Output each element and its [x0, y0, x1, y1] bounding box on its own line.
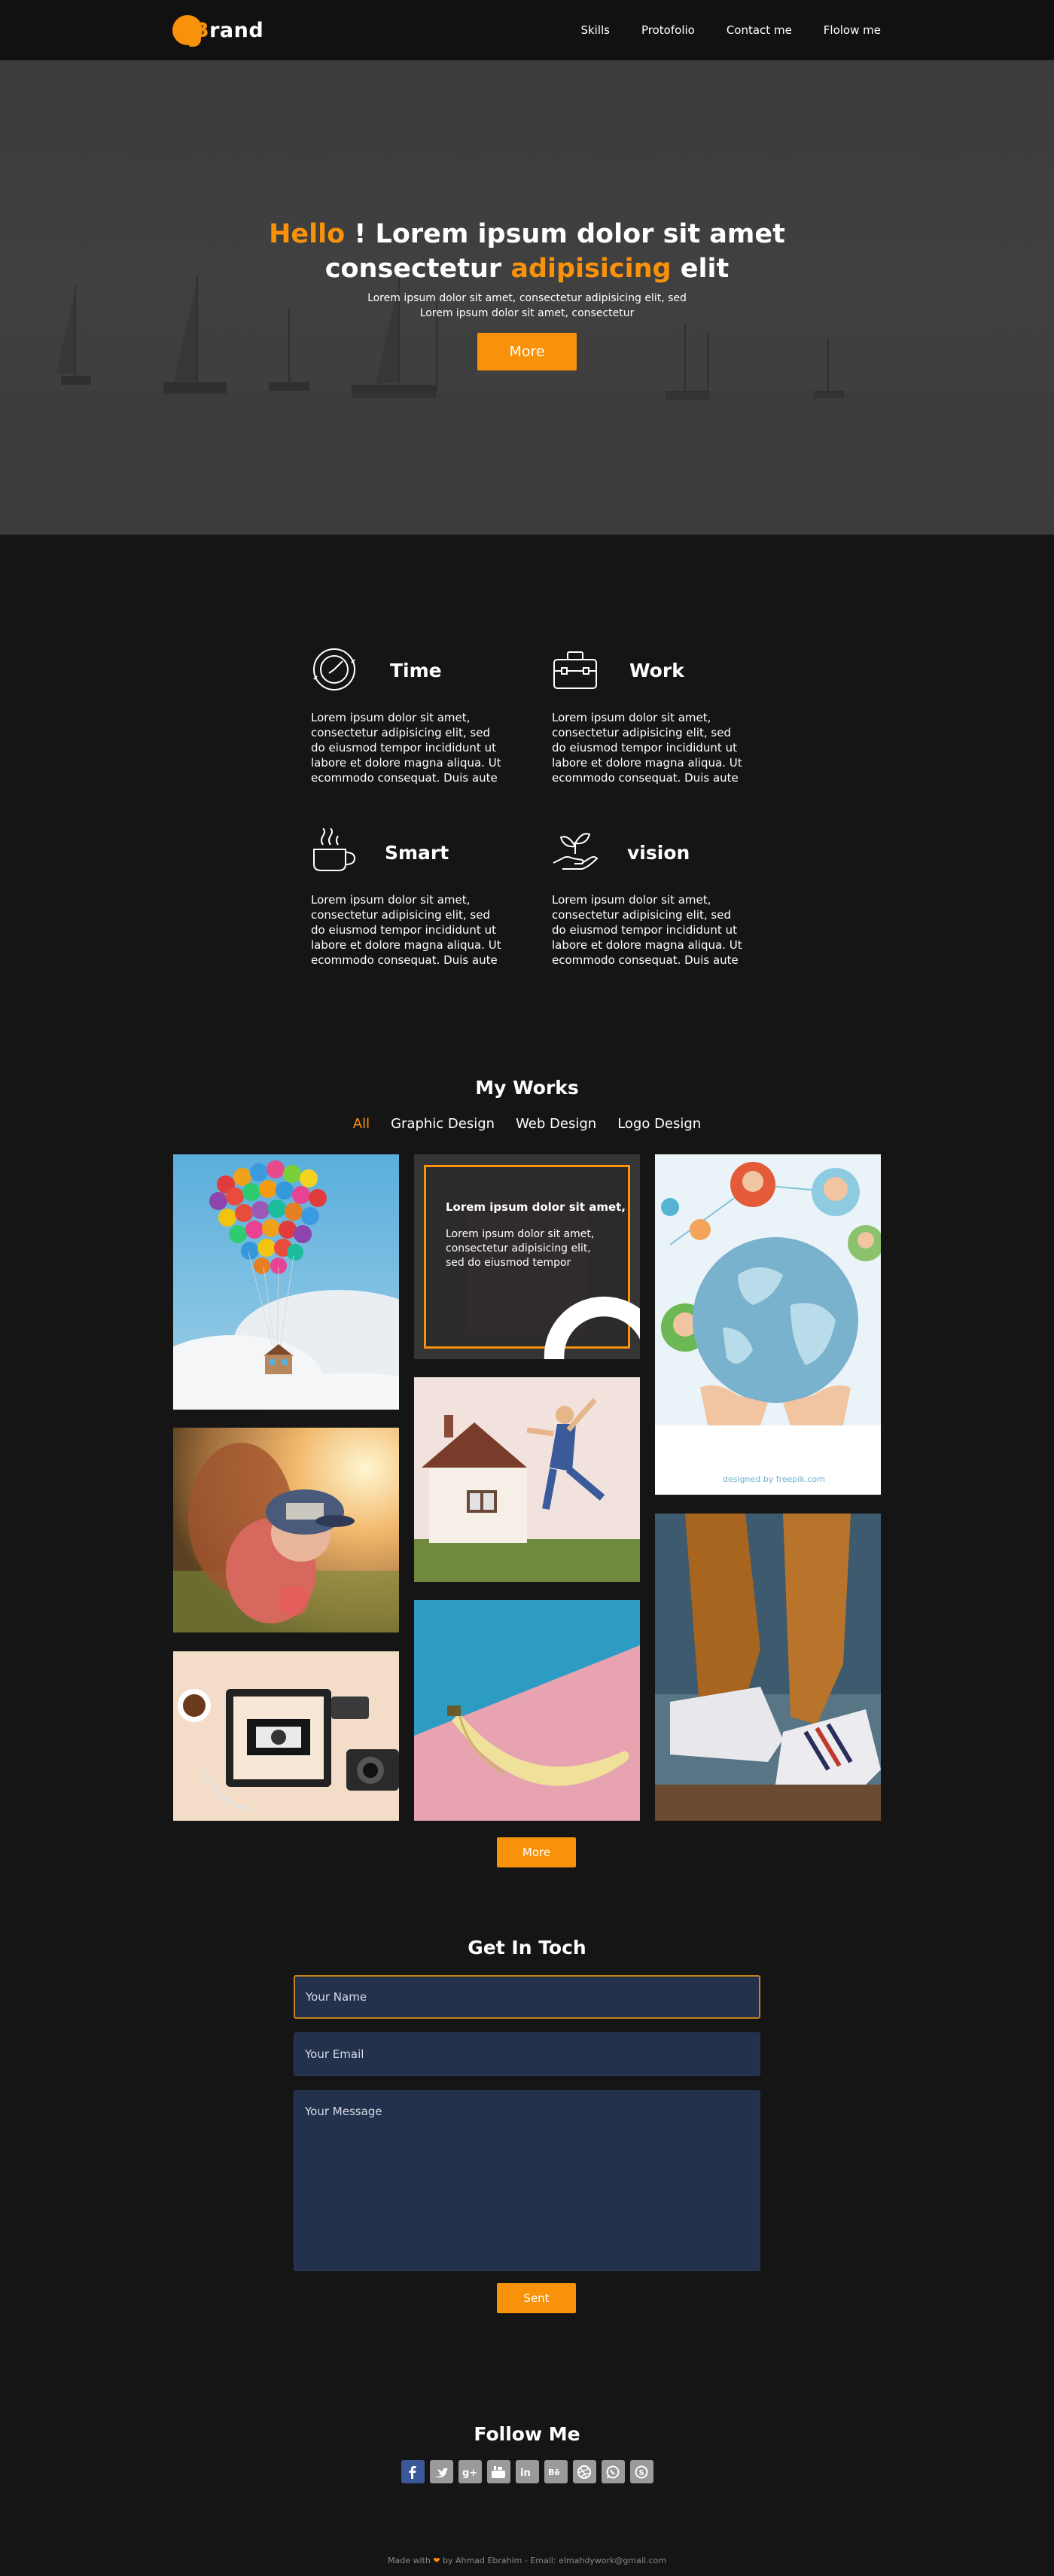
service-vision: vision Lorem ipsum dolor sit amet, conse…	[552, 828, 748, 967]
facebook-icon[interactable]	[401, 2460, 425, 2483]
works-filter-bar: All Graphic Design Web Design Logo Desig…	[0, 1116, 1054, 1132]
message-field[interactable]	[294, 2090, 760, 2271]
filter-logo-design[interactable]: Logo Design	[617, 1116, 701, 1132]
hero-more-button[interactable]: More	[477, 333, 577, 370]
work-sneakers-image[interactable]	[655, 1514, 881, 1821]
heart-icon: ❤	[433, 2556, 440, 2565]
service-text: Lorem ipsum dolor sit amet, consectetur …	[311, 711, 501, 785]
name-field[interactable]	[294, 1975, 760, 2019]
nav-link-skills[interactable]: Skills	[580, 23, 610, 37]
overlay-title: Lorem ipsum dolor sit amet,	[446, 1200, 626, 1214]
service-title: Work	[629, 660, 684, 681]
work-hover-card[interactable]: Lorem ipsum dolor sit amet, Lorem ipsum …	[414, 1154, 640, 1359]
service-title: Time	[390, 660, 442, 681]
nav-link-follow[interactable]: Flolow me	[824, 23, 881, 37]
work-child-cap-image[interactable]	[173, 1428, 399, 1632]
work-balloons-image[interactable]	[173, 1154, 399, 1410]
svg-text:g+: g+	[462, 2468, 477, 2479]
whatsapp-icon[interactable]	[601, 2460, 625, 2483]
youtube-icon[interactable]	[486, 2460, 510, 2483]
service-smart: Smart Lorem ipsum dolor sit amet, consec…	[311, 828, 507, 967]
service-title: vision	[627, 842, 690, 864]
work-banana-image[interactable]	[414, 1600, 640, 1821]
service-time: Time Lorem ipsum dolor sit amet, consect…	[311, 646, 507, 785]
email-field[interactable]	[294, 2032, 760, 2076]
briefcase-icon	[553, 651, 597, 689]
google-plus-icon[interactable]: g+	[458, 2460, 482, 2483]
filter-web-design[interactable]: Web Design	[516, 1116, 596, 1132]
send-button[interactable]: Sent	[497, 2283, 576, 2313]
brand-name: Brand	[193, 18, 264, 42]
follow-title: Follow Me	[474, 2423, 580, 2445]
service-work: Work Lorem ipsum dolor sit amet, consect…	[552, 646, 748, 785]
work-desk-tablet-image[interactable]	[173, 1651, 399, 1821]
footer-credit: Made with ❤ by Ahmad Ebrahim - Email: el…	[388, 2556, 666, 2565]
hand-plant-icon	[553, 833, 599, 870]
filter-graphic-design[interactable]: Graphic Design	[391, 1116, 495, 1132]
dribbble-icon[interactable]	[572, 2460, 596, 2483]
coffee-cup-icon	[313, 828, 356, 871]
nav-link-contact[interactable]: Contact me	[727, 23, 792, 37]
svg-text:in: in	[520, 2468, 531, 2479]
service-text: Lorem ipsum dolor sit amet, consectetur …	[311, 893, 501, 967]
works-title: My Works	[475, 1077, 579, 1099]
svg-text:designed by freepik.com: designed by freepik.com	[723, 1474, 825, 1484]
service-text: Lorem ipsum dolor sit amet, consectetur …	[552, 893, 742, 967]
nav-menu: Skills Protofolio Contact me Flolow me	[580, 0, 881, 60]
compass-clock-icon	[313, 648, 355, 690]
service-title: Smart	[385, 842, 449, 864]
hero-section: Hello ! Lorem ipsum dolor sit amet conse…	[0, 60, 1054, 535]
work-jumping-man-image[interactable]	[414, 1377, 640, 1582]
behance-icon[interactable]: Bē	[544, 2460, 568, 2483]
skype-icon[interactable]: S	[629, 2460, 653, 2483]
svg-text:S: S	[639, 2469, 644, 2477]
social-links: g+ in Bē S	[0, 2460, 1054, 2483]
nav-link-portfolio[interactable]: Protofolio	[641, 23, 695, 37]
work-hover-overlay: Lorem ipsum dolor sit amet, Lorem ipsum …	[424, 1165, 640, 1359]
overlay-text: Lorem ipsum dolor sit amet, consectetur …	[446, 1228, 595, 1269]
svg-text:Bē: Bē	[548, 2468, 560, 2477]
brand-logo-link[interactable]: Brand	[172, 14, 264, 47]
hero-subtitle: Lorem ipsum dolor sit amet, consectetur …	[367, 292, 687, 319]
filter-all[interactable]: All	[353, 1116, 370, 1132]
service-text: Lorem ipsum dolor sit amet, consectetur …	[552, 711, 742, 785]
search-icon[interactable]	[518, 1282, 640, 1359]
twitter-icon[interactable]	[429, 2460, 453, 2483]
works-more-button[interactable]: More	[497, 1837, 576, 1867]
work-global-network-image[interactable]: designed by freepik.com	[655, 1154, 881, 1495]
hero-title: Hello ! Lorem ipsum dolor sit amet conse…	[269, 219, 785, 284]
navbar: Brand Skills Protofolio Contact me Flolo…	[0, 0, 1054, 60]
contact-title: Get In Toch	[468, 1937, 586, 1959]
linkedin-icon[interactable]: in	[515, 2460, 539, 2483]
